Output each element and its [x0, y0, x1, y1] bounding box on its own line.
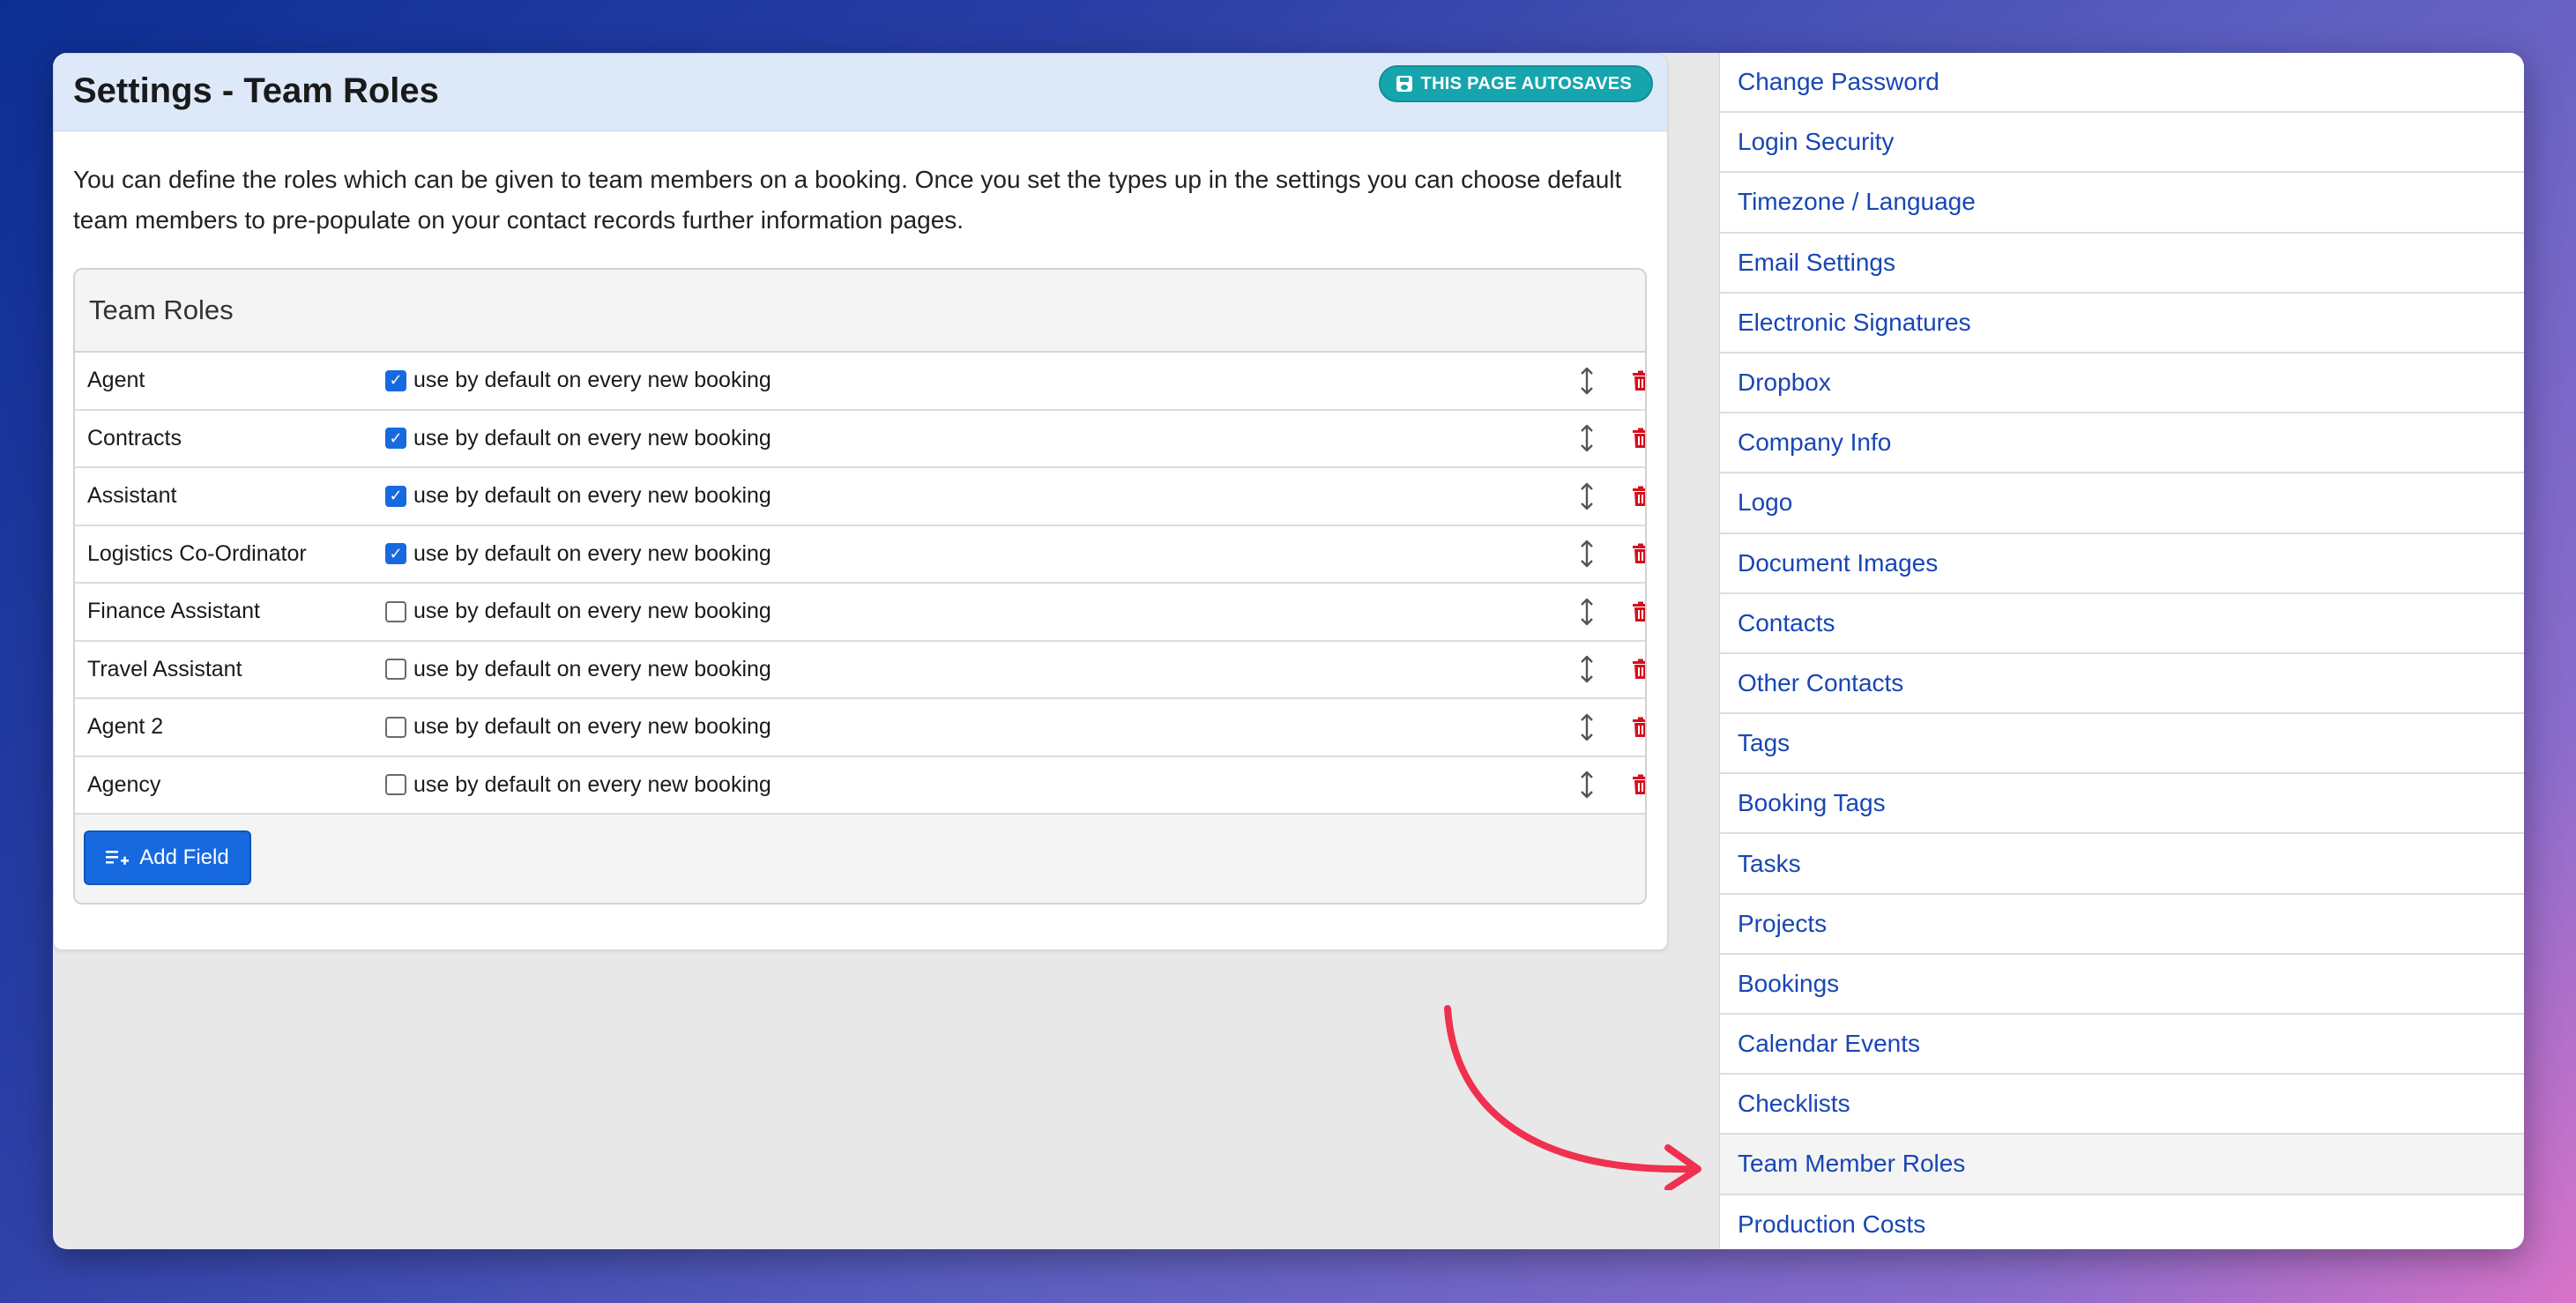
sidebar-item-other-contacts[interactable]: Other Contacts [1720, 654, 2524, 715]
default-checkbox-label[interactable]: ✓ use by default on every new booking [385, 426, 771, 451]
sidebar-item-login-security[interactable]: Login Security [1720, 113, 2524, 174]
sidebar-item-booking-tags[interactable]: Booking Tags [1720, 774, 2524, 835]
trash-icon[interactable] [1632, 428, 1647, 449]
default-checkbox-text: use by default on every new booking [413, 483, 771, 509]
sidebar-item-change-password[interactable]: Change Password [1720, 53, 2524, 114]
sidebar-item-bookings[interactable]: Bookings [1720, 955, 2524, 1015]
annotation-arrow-icon [1444, 1005, 1701, 1190]
default-checkbox-text: use by default on every new booking [413, 656, 771, 681]
role-name: Agency [87, 771, 161, 797]
team-roles-card: Team Roles Agent ✓ use by default on eve… [73, 268, 1647, 905]
app-window: Settings - Team Roles THIS PAGE AUTOSAVE… [53, 53, 2524, 1249]
default-checkbox-text: use by default on every new booking [413, 714, 771, 740]
default-checkbox[interactable] [385, 600, 406, 622]
sidebar-item-document-images[interactable]: Document Images [1720, 534, 2524, 594]
sidebar-item-production-costs[interactable]: Production Costs [1720, 1195, 2524, 1249]
vertical-arrows-icon[interactable] [1578, 712, 1596, 742]
sidebar-item-calendar-events[interactable]: Calendar Events [1720, 1015, 2524, 1076]
default-checkbox-text: use by default on every new booking [413, 368, 771, 393]
role-name: Travel Assistant [87, 656, 242, 681]
role-name: Contracts [87, 425, 182, 450]
page-title: Settings - Team Roles [73, 71, 439, 110]
sidebar-item-electronic-signatures[interactable]: Electronic Signatures [1720, 294, 2524, 354]
trash-icon[interactable] [1632, 543, 1647, 564]
vertical-arrows-icon[interactable] [1578, 423, 1596, 453]
role-row: Agent 2 use by default on every new book… [75, 699, 1645, 757]
role-name: Finance Assistant [87, 599, 260, 624]
sidebar-item-dropbox[interactable]: Dropbox [1720, 354, 2524, 414]
vertical-arrows-icon[interactable] [1578, 654, 1596, 684]
default-checkbox[interactable]: ✓ [385, 428, 406, 450]
default-checkbox-label[interactable]: ✓ use by default on every new booking [385, 483, 771, 509]
default-checkbox-text: use by default on every new booking [413, 771, 771, 797]
default-checkbox-text: use by default on every new booking [413, 540, 771, 566]
trash-icon[interactable] [1632, 601, 1647, 622]
vertical-arrows-icon[interactable] [1578, 597, 1596, 627]
default-checkbox-label[interactable]: use by default on every new booking [385, 714, 771, 740]
team-roles-card-title: Team Roles [89, 294, 234, 325]
playlist-add-icon [106, 851, 130, 865]
floppy-disk-icon [1396, 76, 1412, 92]
default-checkbox-label[interactable]: use by default on every new booking [385, 657, 771, 682]
role-row: Agency use by default on every new booki… [75, 756, 1647, 815]
vertical-arrows-icon[interactable] [1578, 770, 1596, 800]
default-checkbox[interactable]: ✓ [385, 485, 406, 507]
sidebar-item-email-settings[interactable]: Email Settings [1720, 234, 2524, 294]
default-checkbox[interactable] [385, 716, 406, 738]
page-description: You can define the roles which can be gi… [73, 166, 1622, 234]
role-name: Agent [87, 368, 145, 393]
vertical-arrows-icon[interactable] [1578, 366, 1596, 396]
sidebar-item-contacts[interactable]: Contacts [1720, 594, 2524, 654]
role-name: Assistant [87, 483, 177, 509]
default-checkbox-label[interactable]: use by default on every new booking [385, 772, 771, 798]
trash-icon[interactable] [1632, 659, 1647, 680]
sidebar-item-company-info[interactable]: Company Info [1720, 413, 2524, 474]
default-checkbox[interactable]: ✓ [385, 369, 406, 391]
default-checkbox-text: use by default on every new booking [413, 599, 771, 624]
default-checkbox-label[interactable]: use by default on every new booking [385, 599, 771, 624]
role-row: Finance Assistant use by default on ever… [75, 584, 1645, 642]
sidebar-item-logo[interactable]: Logo [1720, 473, 2524, 534]
role-name: Agent 2 [87, 714, 164, 740]
default-checkbox[interactable]: ✓ [385, 543, 406, 565]
role-name: Logistics Co-Ordinator [87, 540, 307, 566]
role-row: Contracts ✓ use by default on every new … [75, 410, 1647, 468]
sidebar-item-projects[interactable]: Projects [1720, 895, 2524, 955]
trash-icon[interactable] [1632, 774, 1647, 795]
trash-icon[interactable] [1632, 370, 1647, 391]
trash-icon[interactable] [1632, 717, 1647, 738]
team-roles-footer: Add Field [75, 815, 1645, 903]
sidebar-item-checklists[interactable]: Checklists [1720, 1075, 2524, 1135]
sidebar-item-tasks[interactable]: Tasks [1720, 834, 2524, 895]
default-checkbox-text: use by default on every new booking [413, 425, 771, 450]
add-field-button[interactable]: Add Field [84, 830, 251, 885]
role-row: Assistant ✓ use by default on every new … [75, 468, 1645, 526]
role-row: Travel Assistant use by default on every… [75, 641, 1647, 699]
default-checkbox[interactable] [385, 774, 406, 796]
role-row: Agent ✓ use by default on every new book… [75, 353, 1645, 411]
default-checkbox-label[interactable]: ✓ use by default on every new booking [385, 368, 771, 393]
sidebar-item-team-member-roles[interactable]: Team Member Roles [1720, 1135, 2524, 1195]
default-checkbox[interactable] [385, 659, 406, 681]
default-checkbox-label[interactable]: ✓ use by default on every new booking [385, 541, 771, 567]
add-field-button-label: Add Field [139, 845, 229, 869]
settings-sidebar: Change Password Login Security Timezone / … [1719, 53, 2524, 1249]
autosave-badge-label: THIS PAGE AUTOSAVES [1420, 73, 1632, 93]
autosave-badge: THIS PAGE AUTOSAVES [1378, 65, 1653, 102]
settings-panel: Settings - Team Roles THIS PAGE AUTOSAVE… [53, 53, 1668, 950]
team-roles-card-header: Team Roles [75, 270, 1645, 353]
sidebar-item-tags[interactable]: Tags [1720, 714, 2524, 775]
panel-header: Settings - Team Roles THIS PAGE AUTOSAVE… [54, 54, 1667, 131]
vertical-arrows-icon[interactable] [1578, 539, 1596, 569]
trash-icon[interactable] [1632, 486, 1647, 507]
team-roles-list: Agent ✓ use by default on every new book… [75, 353, 1645, 815]
sidebar-item-timezone-language[interactable]: Timezone / Language [1720, 173, 2524, 234]
role-row: Logistics Co-Ordinator ✓ use by default … [75, 525, 1647, 584]
vertical-arrows-icon[interactable] [1578, 481, 1596, 511]
